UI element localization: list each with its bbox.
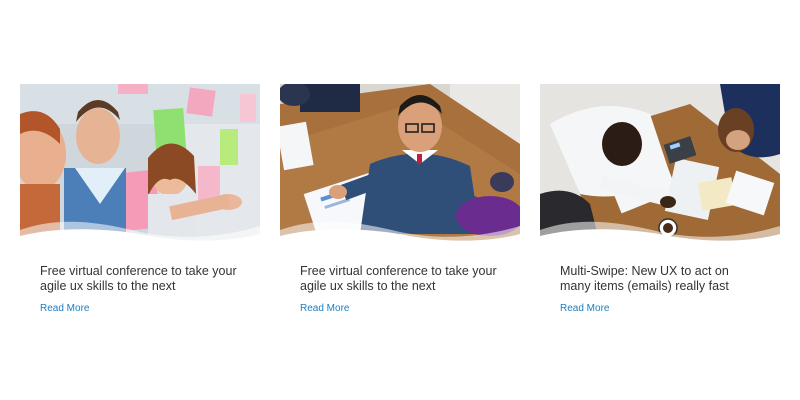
blog-card-title[interactable]: Multi-Swipe: New UX to act on many items… [560,264,760,294]
blog-card: Free virtual conference to take your agi… [280,84,520,316]
read-more-link[interactable]: Read More [40,303,89,315]
blog-card-body: Multi-Swipe: New UX to act on many items… [540,244,780,316]
blog-card-image[interactable] [540,84,780,244]
blog-card: Free virtual conference to take your agi… [20,84,260,316]
blog-card-title[interactable]: Free virtual conference to take your agi… [300,264,500,294]
read-more-link[interactable]: Read More [300,303,349,315]
blog-card-body: Free virtual conference to take your agi… [20,244,260,316]
blog-card-body: Free virtual conference to take your agi… [280,244,520,316]
wave-divider [280,221,520,244]
blog-card-title[interactable]: Free virtual conference to take your agi… [40,264,240,294]
wave-divider [540,221,780,244]
wave-divider [20,221,260,244]
blog-card-image[interactable] [20,84,260,244]
read-more-link[interactable]: Read More [560,303,609,315]
blog-card-image[interactable] [280,84,520,244]
blog-card: Multi-Swipe: New UX to act on many items… [540,84,780,316]
blog-card-grid: Free virtual conference to take your agi… [0,0,800,400]
